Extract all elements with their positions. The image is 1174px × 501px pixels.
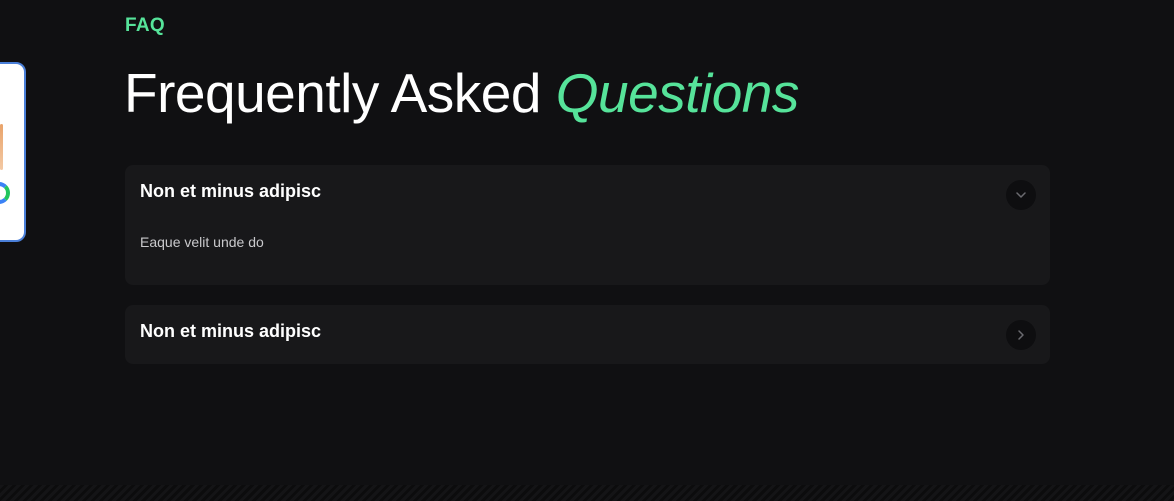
floating-badge[interactable]	[0, 62, 26, 242]
page-title: Frequently Asked Questions	[124, 60, 799, 126]
title-accent: Questions	[555, 62, 800, 124]
section-eyebrow: FAQ	[125, 15, 165, 36]
title-main: Frequently Asked	[124, 62, 556, 124]
faq-item-1[interactable]: Non et minus adipisc Eaque velit unde do	[125, 165, 1050, 285]
bottom-border	[0, 485, 1174, 501]
faq-question[interactable]: Non et minus adipisc	[140, 181, 321, 202]
badge-mark	[0, 124, 3, 170]
chevron-right-icon[interactable]	[1006, 320, 1036, 350]
faq-question[interactable]: Non et minus adipisc	[140, 321, 321, 342]
badge-logo-icon	[0, 182, 10, 204]
chevron-down-icon[interactable]	[1006, 180, 1036, 210]
faq-item-2[interactable]: Non et minus adipisc	[125, 305, 1050, 364]
faq-answer: Eaque velit unde do	[140, 234, 264, 250]
